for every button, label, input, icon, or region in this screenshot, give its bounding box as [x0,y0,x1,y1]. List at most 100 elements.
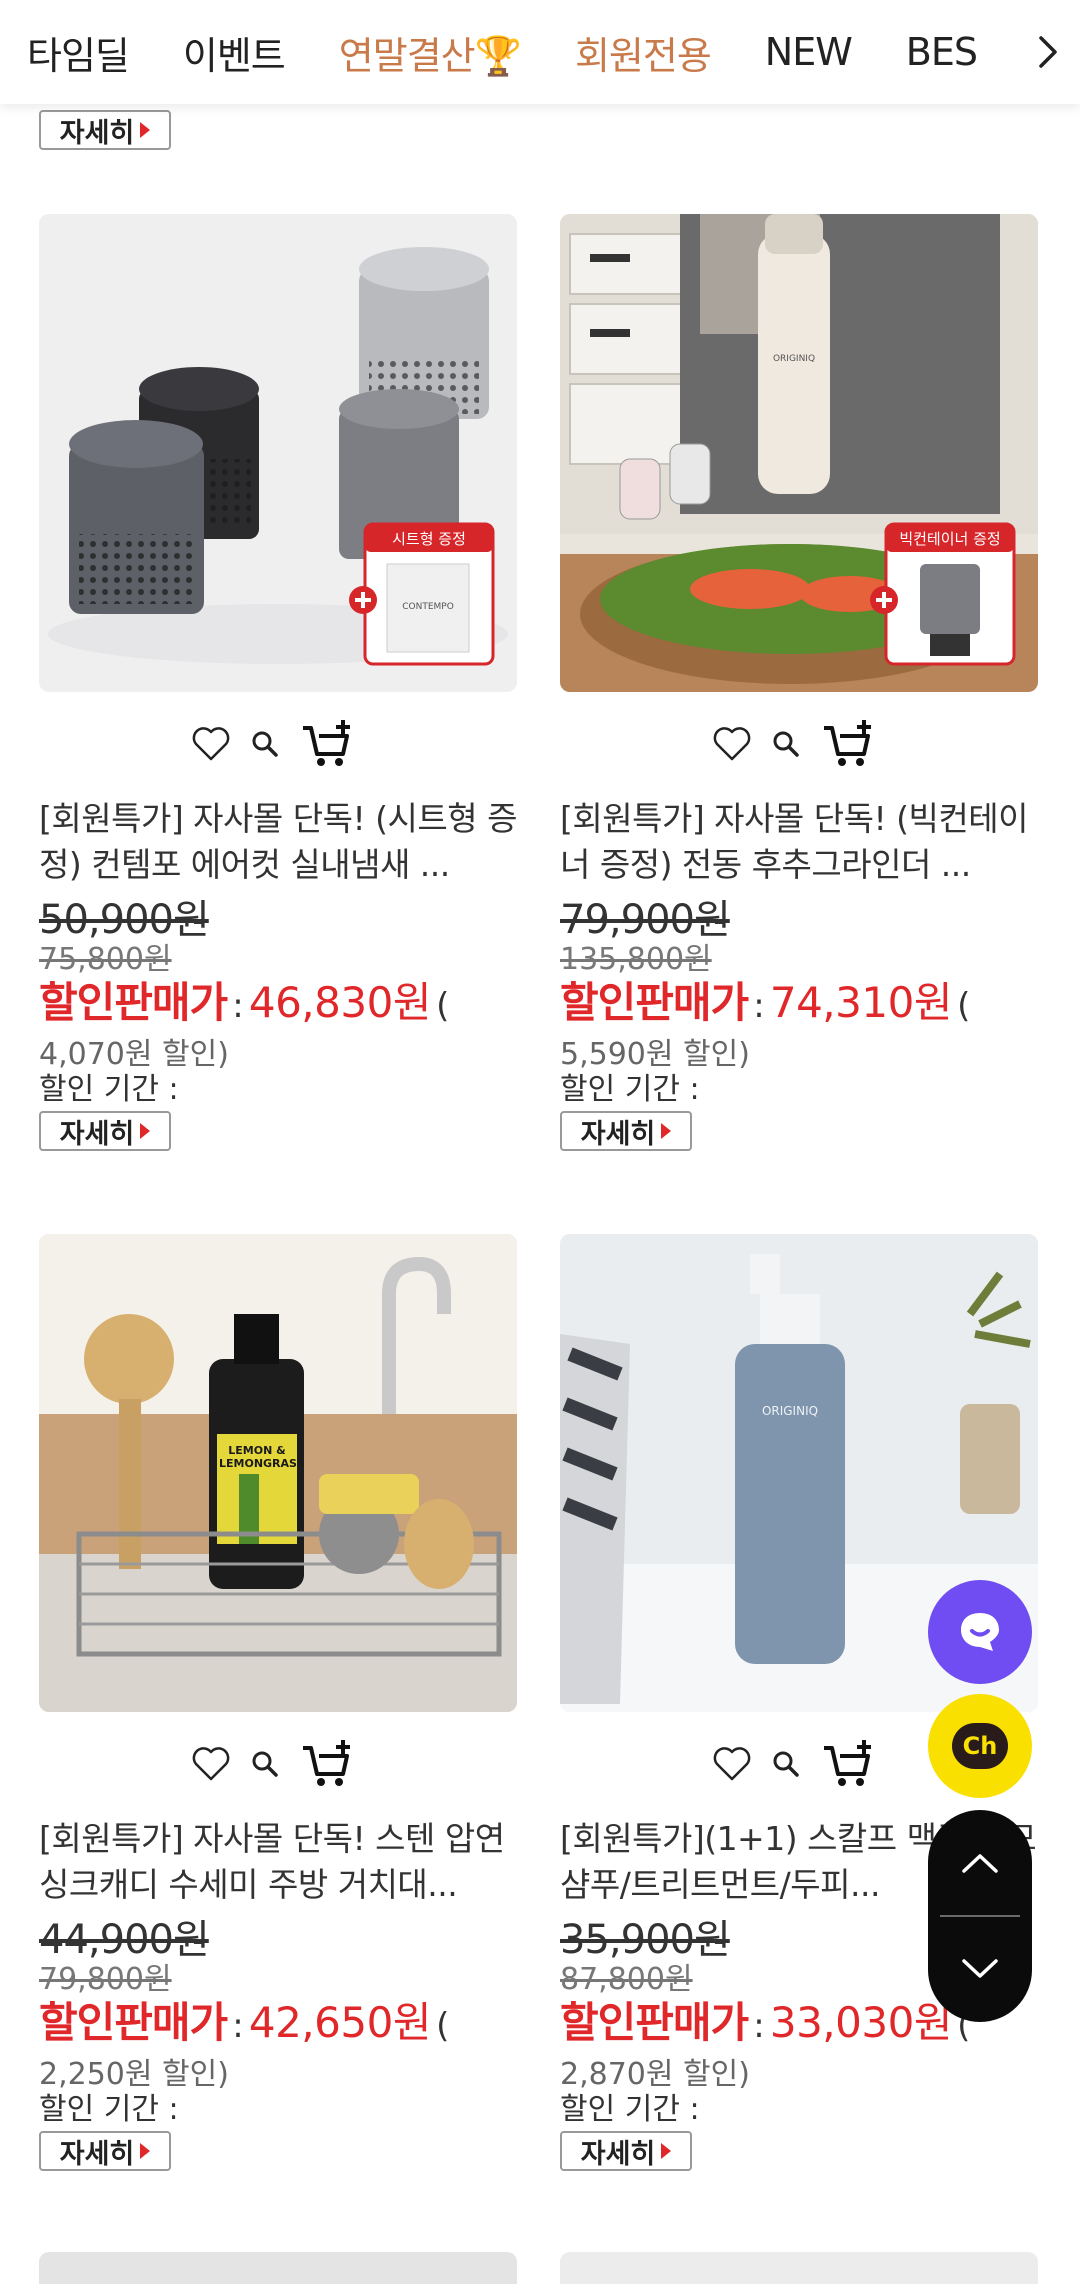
search-icon[interactable] [249,728,281,760]
brand-label: ORIGINIQ [772,354,816,364]
sale-price: 74,310원 [769,978,953,1027]
consumer-price: 79,800원 [39,1962,172,1997]
arrow-right-icon [661,1123,672,1139]
product-name[interactable]: [회원특가] 자사몰 단독! 스텐 압연 싱크캐디 수세미 주방 거치대... [39,1816,517,1908]
scroll-top-button[interactable] [928,1810,1032,1916]
brand-label: CONTEMPO [402,602,454,612]
discount-amount: 4,070원 할인) [39,1037,229,1072]
product-price: 79,900원 [560,897,731,943]
detail-button[interactable]: 자세히 [39,110,171,150]
heart-icon[interactable] [712,1746,752,1782]
product-actions [39,692,517,796]
chat-button[interactable] [928,1580,1032,1684]
scroll-divider [940,1915,1020,1917]
heart-icon[interactable] [191,1746,231,1782]
product-label-text: LEMON & LEMONGRASS [219,1444,305,1470]
discount-period: 할인 기간 : [560,1072,700,1107]
sink-caddy-image [39,1234,517,1712]
detail-button-label: 자세히 [59,2138,135,2170]
add-to-cart-icon[interactable] [820,716,876,772]
discount-paren: ( [957,986,971,1026]
kakao-channel-button[interactable]: Ch [928,1694,1032,1798]
tab-best[interactable]: BES [906,30,978,74]
sale-colon: : [232,986,244,1026]
chevron-down-icon [962,1959,998,1978]
detail-button[interactable]: 자세히 [39,1111,171,1151]
product-name[interactable]: [회원특가] 자사몰 단독! (빅컨테이너 증정) 전동 후추그라인더 ... [560,796,1038,888]
product-image-partial[interactable] [39,2252,517,2284]
product-name[interactable]: [회원특가] 자사몰 단독! (시트형 증정) 컨템포 에어컷 실내냄새 ... [39,796,517,888]
heart-icon[interactable] [191,726,231,762]
product-card[interactable]: 빅컨테이너 증정 ORIGINIQ [회원특가] 자사몰 단독! (빅컨테이너 … [560,214,1038,1151]
category-tabs: 타임딜 이벤트 연말결산🏆 회원전용 NEW BES [0,25,1004,80]
kakao-chat-icon: Ch [952,1723,1008,1769]
product-actions [560,692,1038,796]
discount-amount: 5,590원 할인) [560,1037,750,1072]
air-freshener-image [48,247,508,666]
category-nav: 타임딜 이벤트 연말결산🏆 회원전용 NEW BES [0,0,1080,104]
gift-badge-label: 시트형 증정 [392,530,466,548]
sale-price-line: 할인판매가 : 42,650원 ( [39,1998,517,2057]
product-image[interactable]: LEMON & LEMONGRASS [39,1234,517,1712]
add-to-cart-icon[interactable] [820,1736,876,1792]
search-icon[interactable] [770,1748,802,1780]
scroll-bottom-button[interactable] [928,1916,1032,2022]
tab-timedeal[interactable]: 타임딜 [27,25,130,80]
product-image[interactable]: 시트형 증정 CONTEMPO [39,214,517,692]
heart-icon[interactable] [712,726,752,762]
discount-paren: ( [436,986,450,1026]
sale-colon: : [232,2006,244,2046]
detail-button-label: 자세히 [580,2138,656,2170]
tab-new[interactable]: NEW [765,30,853,74]
detail-button[interactable]: 자세히 [560,2131,692,2171]
detail-button[interactable]: 자세히 [39,2131,171,2171]
tab-event[interactable]: 이벤트 [183,25,286,80]
discount-period: 할인 기간 : [560,2092,700,2127]
product-price: 50,900원 [39,897,210,943]
sale-label: 할인판매가 [560,1998,749,2047]
pepper-grinder-image [560,214,1038,692]
arrow-right-icon [140,122,151,138]
product-actions [39,1712,517,1816]
detail-button-label: 자세히 [59,117,135,149]
product-image-partial[interactable] [560,2252,1038,2284]
scroll-buttons [928,1810,1032,2022]
search-icon[interactable] [770,728,802,760]
discount-amount: 2,250원 할인) [39,2057,229,2092]
sale-price: 42,650원 [248,1998,432,2047]
sale-colon: : [753,2006,765,2046]
sale-label: 할인판매가 [39,978,228,1027]
chevron-right-icon [1039,36,1057,68]
add-to-cart-icon[interactable] [299,716,355,772]
product-image[interactable]: 빅컨테이너 증정 ORIGINIQ [560,214,1038,692]
gift-badge-label: 빅컨테이너 증정 [899,530,1001,548]
sale-price-line: 할인판매가 : 74,310원 ( [560,978,1038,1037]
product-card[interactable]: LEMON & LEMONGRASS [회원특가] 자사몰 단독! 스텐 압연 … [39,1234,517,2171]
detail-button-label: 자세히 [59,1118,135,1150]
add-to-cart-icon[interactable] [299,1736,355,1792]
sale-price: 33,030원 [769,1998,953,2047]
sale-price-line: 할인판매가 : 46,830원 ( [39,978,517,1037]
detail-button[interactable]: 자세히 [560,1111,692,1151]
product-card[interactable]: 시트형 증정 CONTEMPO [회원특가] 자사몰 단독! (시트형 증정) … [39,214,517,1151]
discount-period: 할인 기간 : [39,1072,179,1107]
tab-members-only[interactable]: 회원전용 [575,25,712,80]
chat-bubble-icon [961,1613,999,1651]
brand-label: ORIGINIQ [761,1404,819,1418]
sale-label: 할인판매가 [39,1998,228,2047]
discount-amount: 2,870원 할인) [560,2057,750,2092]
search-icon[interactable] [249,1748,281,1780]
detail-button-label: 자세히 [580,1118,656,1150]
consumer-price: 75,800원 [39,942,172,977]
arrow-right-icon [661,2143,672,2159]
tab-year-end[interactable]: 연말결산🏆 [339,25,522,80]
sale-label: 할인판매가 [560,978,749,1027]
discount-paren: ( [436,2006,450,2046]
consumer-price: 135,800원 [560,942,712,977]
nav-scroll-right-button[interactable] [1016,0,1080,104]
arrow-right-icon [140,2143,151,2159]
chevron-up-icon [962,1854,998,1873]
product-price: 44,900원 [39,1917,210,1963]
sale-price: 46,830원 [248,978,432,1027]
discount-period: 할인 기간 : [39,2092,179,2127]
